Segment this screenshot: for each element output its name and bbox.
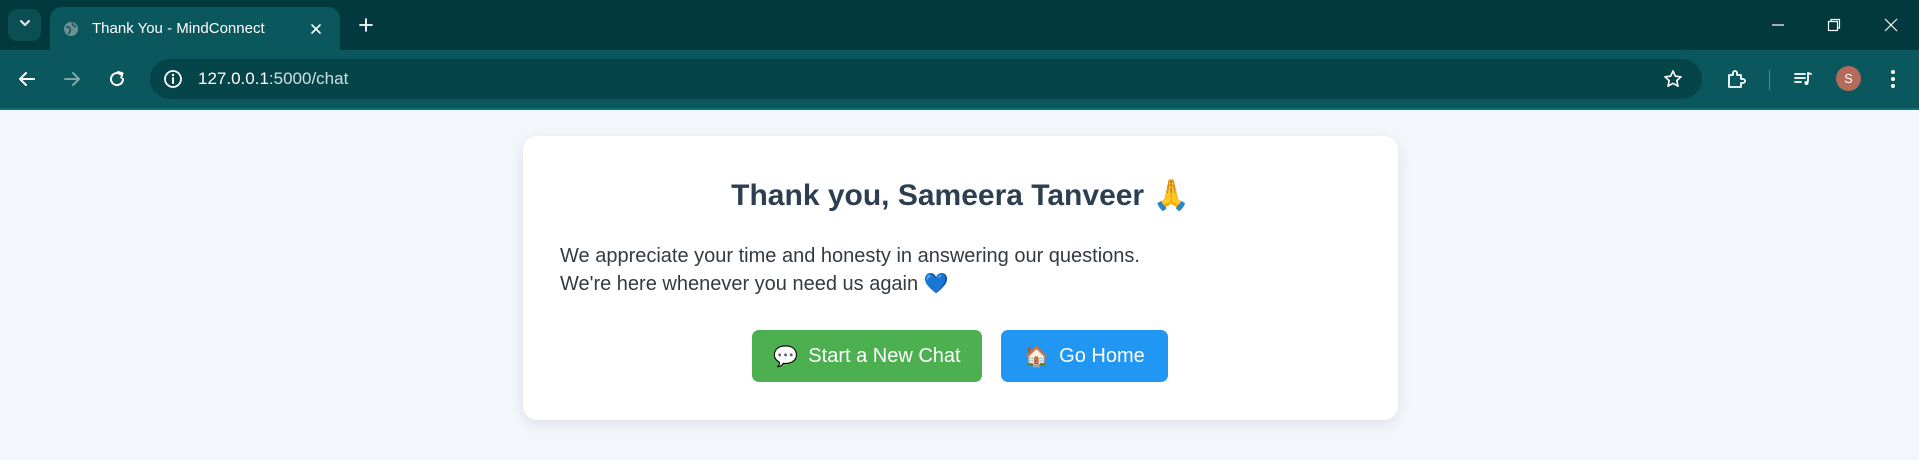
url-text: 127.0.0.1:5000/chat xyxy=(198,69,348,89)
minimize-icon[interactable] xyxy=(1765,12,1791,38)
chevron-down-icon xyxy=(18,16,32,35)
start-new-chat-label: Start a New Chat xyxy=(808,344,961,367)
profile-avatar[interactable]: S xyxy=(1836,66,1861,91)
arrow-right-icon[interactable] xyxy=(58,65,86,93)
start-new-chat-button[interactable]: 💬 Start a New Chat xyxy=(752,330,982,382)
kebab-menu-icon[interactable] xyxy=(1879,65,1907,93)
reload-icon[interactable] xyxy=(103,65,131,93)
arrow-left-icon[interactable] xyxy=(13,65,41,93)
info-icon[interactable] xyxy=(162,68,184,90)
window-close-icon[interactable] xyxy=(1878,12,1904,38)
media-queue-icon[interactable] xyxy=(1789,65,1817,93)
star-icon[interactable] xyxy=(1662,68,1684,90)
tab-title: Thank You - MindConnect xyxy=(92,20,265,37)
thank-you-card: Thank you, Sameera Tanveer 🙏 We apprecia… xyxy=(523,136,1398,420)
globe-icon xyxy=(62,20,80,38)
blue-heart-icon: 💙 xyxy=(923,271,949,295)
url-path: :5000/chat xyxy=(268,69,349,88)
url-host: 127.0.0.1 xyxy=(198,69,269,88)
tab-search-button[interactable] xyxy=(8,9,41,41)
page-title: Thank you, Sameera Tanveer 🙏 xyxy=(523,178,1398,213)
puzzle-icon[interactable] xyxy=(1722,65,1750,93)
message-line-2-text: We're here whenever you need us again xyxy=(560,273,919,295)
close-icon[interactable] xyxy=(304,17,328,41)
active-tab[interactable]: Thank You - MindConnect xyxy=(50,7,340,50)
speech-bubble-icon: 💬 xyxy=(773,344,799,368)
toolbar-divider xyxy=(1769,70,1770,90)
plus-icon[interactable] xyxy=(354,13,378,37)
go-home-label: Go Home xyxy=(1059,344,1145,367)
page-viewport: Thank you, Sameera Tanveer 🙏 We apprecia… xyxy=(0,110,1919,460)
tab-strip: Thank You - MindConnect xyxy=(0,0,1919,50)
browser-toolbar: 127.0.0.1:5000/chat S xyxy=(0,50,1919,110)
restore-icon[interactable] xyxy=(1821,12,1847,38)
go-home-button[interactable]: 🏠 Go Home xyxy=(1001,330,1168,382)
praying-hands-icon: 🙏 xyxy=(1152,178,1190,213)
message-line-1: We appreciate your time and honesty in a… xyxy=(560,245,1140,267)
house-icon: 🏠 xyxy=(1024,344,1050,368)
title-text: Thank you, Sameera Tanveer xyxy=(731,179,1145,212)
address-bar[interactable]: 127.0.0.1:5000/chat xyxy=(150,59,1702,99)
thank-you-message: We appreciate your time and honesty in a… xyxy=(560,243,1140,298)
message-line-2: We're here whenever you need us again 💙 xyxy=(560,270,1140,298)
